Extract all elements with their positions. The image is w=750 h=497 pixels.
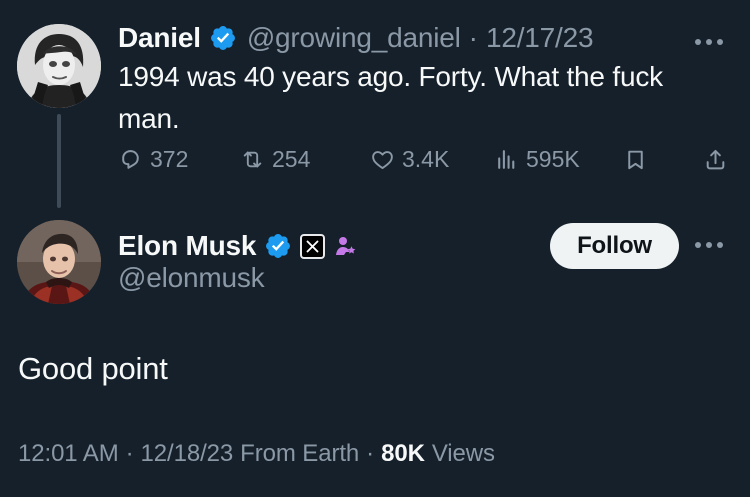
- meta-separator-2: ·: [366, 440, 375, 467]
- x-affiliate-icon: [300, 233, 326, 259]
- parent-tweet-header: Daniel @growing_daniel · 12/17/23: [118, 18, 594, 58]
- elon-avatar[interactable]: [17, 220, 101, 304]
- share-icon: [706, 149, 725, 169]
- tweet-time[interactable]: 12:01 AM: [18, 440, 119, 468]
- header-separator: ·: [468, 22, 478, 53]
- elon-handle-row: @elonmusk: [118, 258, 265, 298]
- parent-tweet-text: 1994 was 40 years ago. Forty. What the f…: [118, 61, 663, 134]
- main-tweet-meta: 12:01 AM · 12/18/23 From Earth · 80K Vie…: [18, 440, 495, 468]
- repost-button[interactable]: 254: [240, 142, 310, 176]
- like-button[interactable]: 3.4K: [370, 142, 449, 176]
- daniel-avatar[interactable]: [17, 24, 101, 108]
- views-button[interactable]: 595K: [494, 142, 580, 176]
- follow-button[interactable]: Follow: [550, 223, 679, 269]
- reply-count: 372: [150, 145, 189, 172]
- bookmark-button[interactable]: [623, 142, 648, 176]
- like-count: 3.4K: [402, 145, 450, 172]
- verified-badge-icon: [209, 24, 237, 52]
- views-label: Views: [431, 440, 495, 467]
- heart-icon: [372, 150, 393, 169]
- views-count[interactable]: 80K: [381, 440, 425, 468]
- analytics-icon: [498, 149, 515, 169]
- more-horizontal-icon[interactable]: [694, 241, 724, 249]
- repost-count: 254: [272, 145, 311, 172]
- bookmark-icon: [628, 150, 643, 169]
- tweet-location: From Earth: [240, 440, 360, 467]
- daniel-display-name[interactable]: Daniel: [118, 22, 201, 54]
- meta-separator-1: ·: [125, 440, 134, 467]
- views-count: 595K: [526, 145, 580, 172]
- more-horizontal-icon[interactable]: [694, 38, 724, 46]
- share-button[interactable]: [703, 142, 728, 176]
- parent-tweet-date[interactable]: 12/17/23: [486, 22, 594, 54]
- purple-user-icon: [336, 237, 356, 255]
- elon-handle[interactable]: @elonmusk: [118, 262, 265, 294]
- tweet-thread: Daniel @growing_daniel · 12/17/23 1994 w…: [0, 0, 750, 497]
- daniel-handle[interactable]: @growing_daniel: [247, 22, 461, 54]
- verified-badge-icon: [264, 232, 292, 260]
- thread-connector: [57, 114, 61, 208]
- repost-icon: [243, 150, 262, 168]
- main-tweet-text: Good point: [18, 351, 168, 386]
- reply-button[interactable]: 372: [118, 142, 188, 176]
- reply-icon: [122, 149, 139, 169]
- parent-tweet-actions: 372 254 3.4K 595K: [118, 142, 726, 176]
- tweet-date[interactable]: 12/18/23: [141, 440, 234, 468]
